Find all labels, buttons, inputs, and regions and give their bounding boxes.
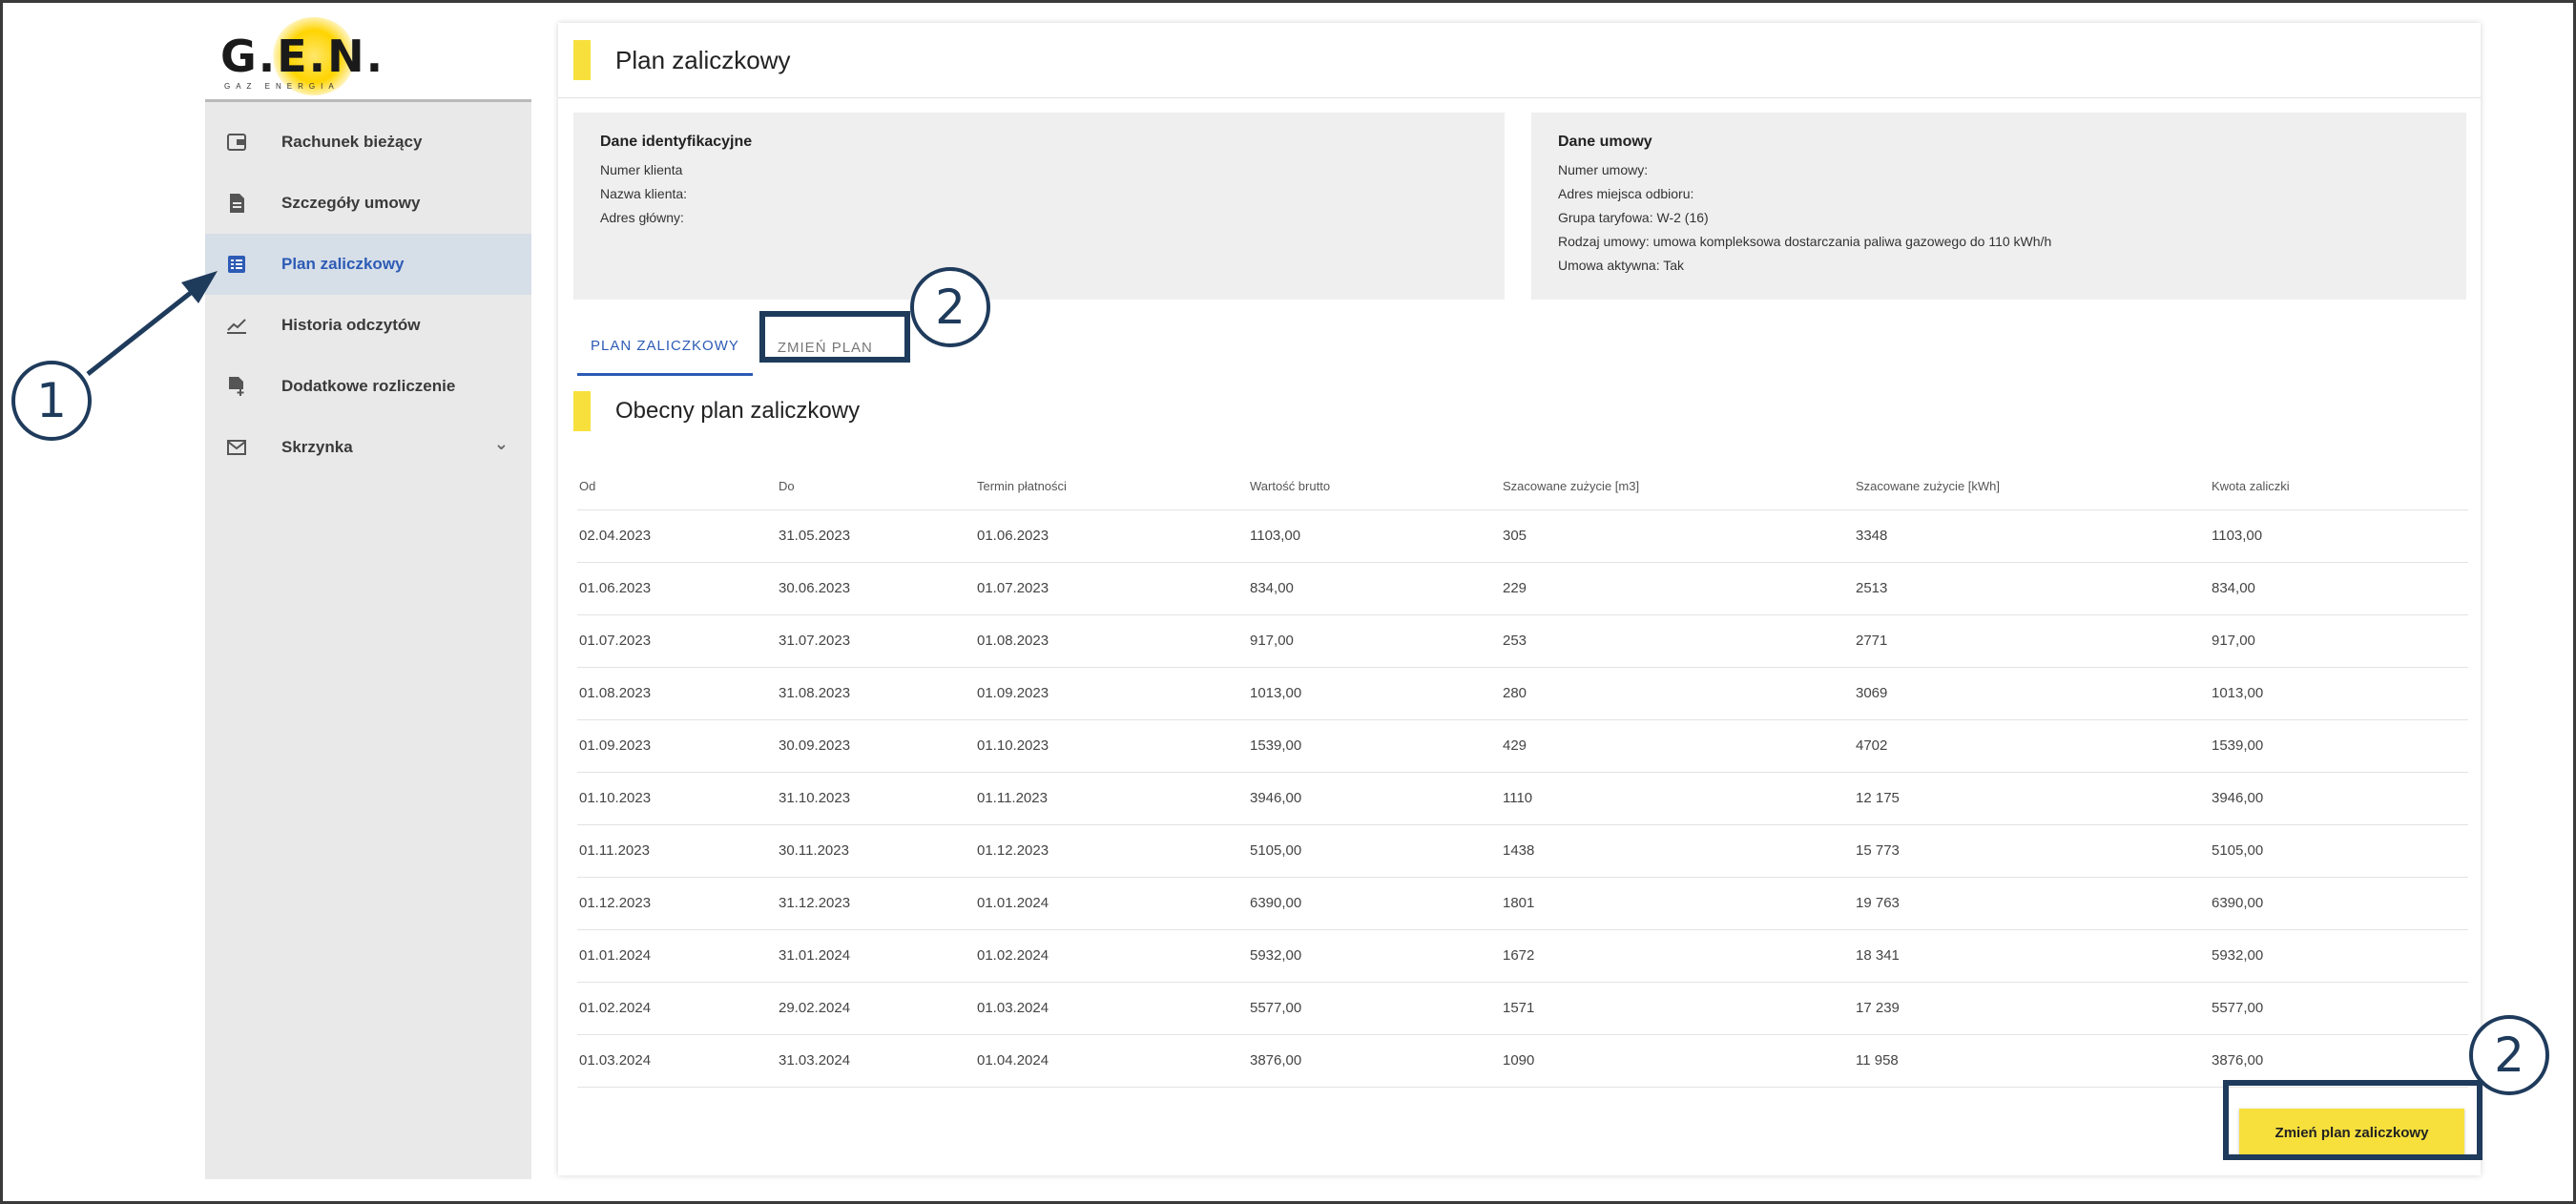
annotation-highlight-tab — [759, 311, 910, 363]
annotation-arrow — [86, 271, 218, 376]
annotation-highlight-button — [2223, 1080, 2483, 1160]
annotation-marker-1: 1 — [11, 361, 92, 441]
annotation-marker-2-tab: 2 — [910, 267, 990, 347]
annotation-marker-2-button: 2 — [2469, 1015, 2549, 1095]
